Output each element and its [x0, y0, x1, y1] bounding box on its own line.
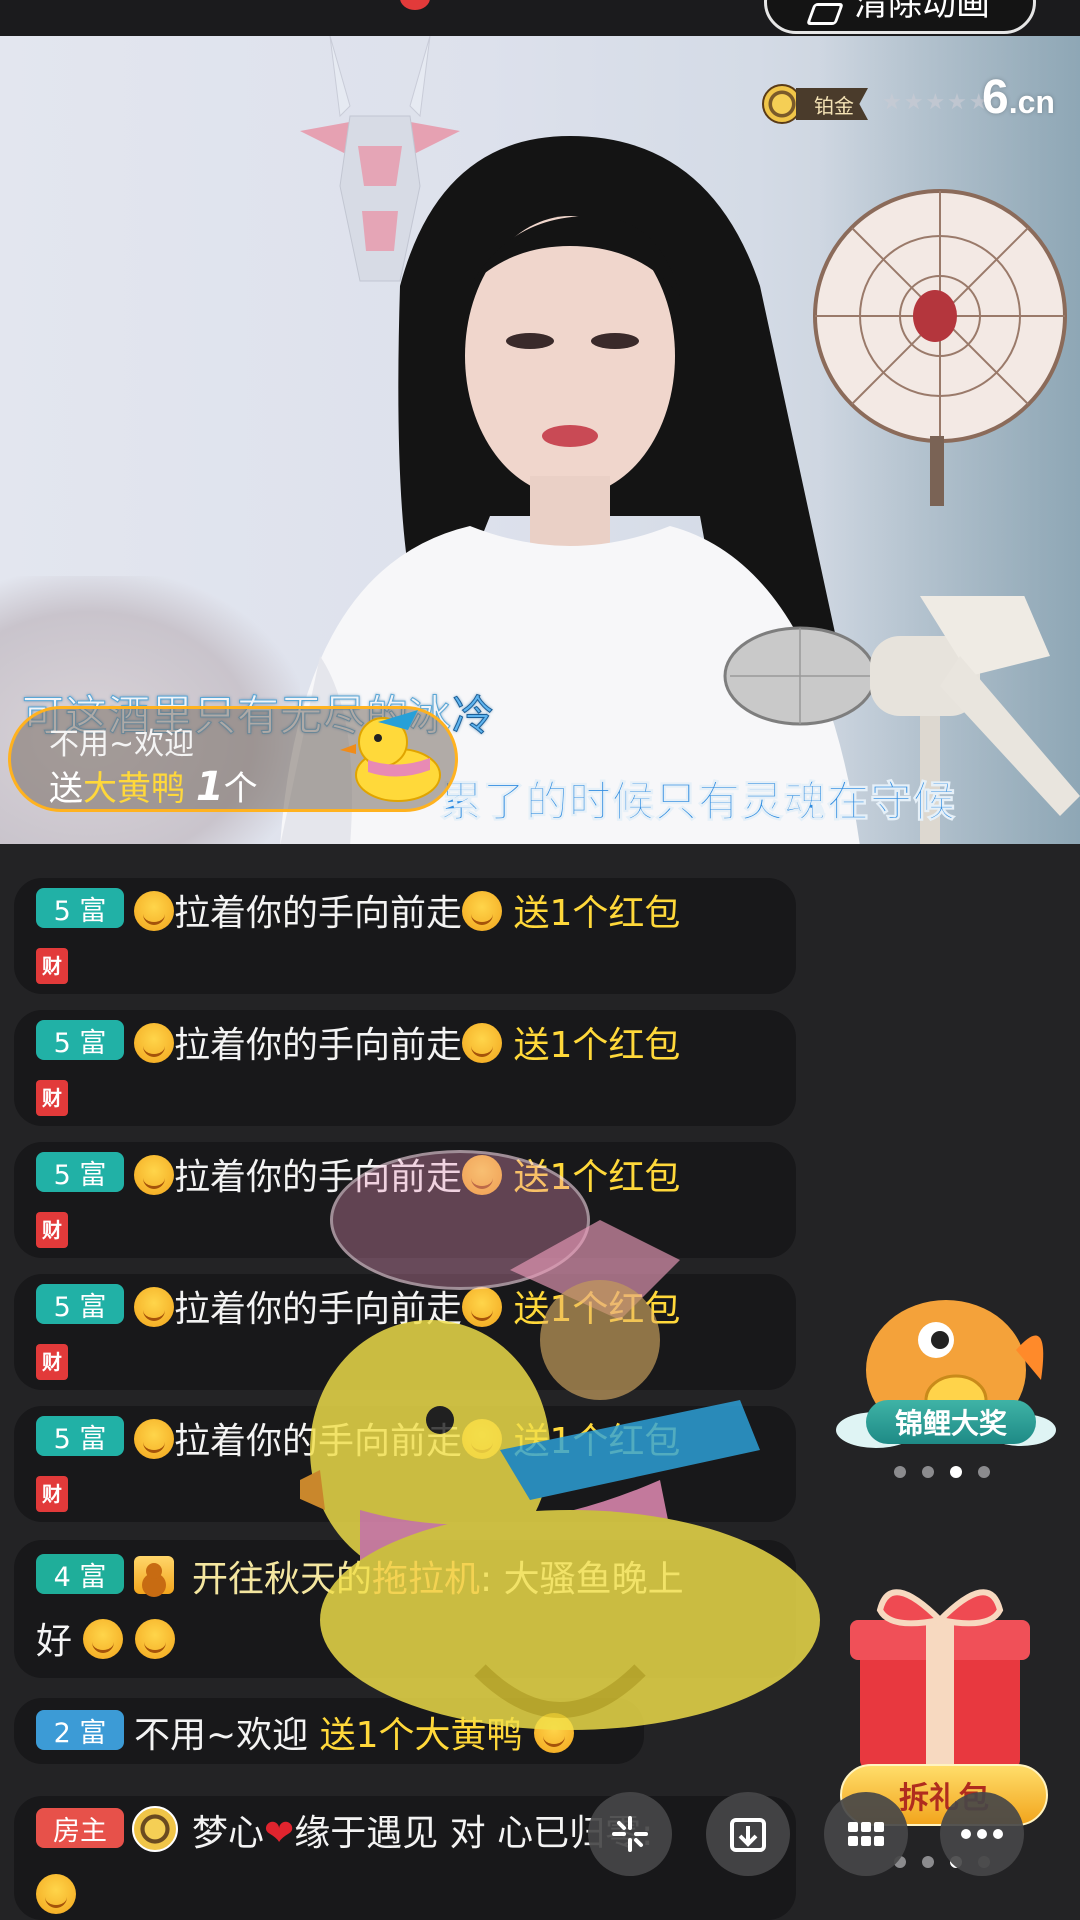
- username[interactable]: 拉着你的手向前走: [174, 1157, 462, 1198]
- gift-box-icon[interactable]: [850, 1580, 1030, 1770]
- rating-stars: ★★★★★: [882, 90, 991, 115]
- message-text: : 大骚鱼晚上: [480, 1559, 684, 1600]
- pray-emoji-icon: [134, 1619, 175, 1659]
- clear-animation-label: 清除动画: [854, 0, 990, 24]
- user-avatar-icon: [134, 1556, 174, 1594]
- clear-animation-button[interactable]: 清除动画: [764, 0, 1036, 34]
- download-icon: [730, 1818, 766, 1852]
- wealth-level-badge: 5 富: [36, 888, 124, 928]
- gift-action: 送1个大黄鸭: [319, 1715, 523, 1756]
- fortune-tag: 财: [36, 1476, 68, 1512]
- username[interactable]: 开往秋天的: [192, 1559, 372, 1600]
- grid-icon: [848, 1822, 884, 1846]
- smile-emoji-icon: [462, 1419, 503, 1459]
- more-icon: [961, 1829, 1003, 1839]
- username[interactable]: 拉着你的手向前走: [174, 1025, 462, 1066]
- smile-emoji-icon: [462, 891, 503, 931]
- wealth-level-badge: 4 富: [36, 1554, 124, 1594]
- pray-emoji-icon: [36, 1874, 76, 1914]
- gift-action: 送1个红包: [513, 893, 681, 934]
- host-badge: 房主: [36, 1808, 124, 1848]
- username[interactable]: 梦心: [192, 1813, 264, 1854]
- smile-emoji-icon: [134, 891, 174, 931]
- smile-emoji-icon: [134, 1419, 174, 1459]
- medal-icon: [132, 1806, 178, 1852]
- smile-emoji-icon: [462, 1155, 503, 1195]
- share-icon: [612, 1816, 648, 1852]
- username[interactable]: 拉着你的手向前走: [174, 1421, 462, 1462]
- yellow-duck-icon: [533, 1713, 574, 1753]
- chat-message: 5 富 拉着你的手向前走 送1个红包 财: [14, 878, 796, 994]
- chat-message: 4 富 开往秋天的拖拉机: 大骚鱼晚上 好: [14, 1540, 796, 1678]
- gift-action: 送1个红包: [513, 1289, 681, 1330]
- smile-emoji-icon: [134, 1023, 174, 1063]
- grid-menu-button[interactable]: [824, 1792, 908, 1876]
- fortune-tag: 财: [36, 1080, 68, 1116]
- wealth-level-badge: 5 富: [36, 1020, 124, 1060]
- lyric-line-2: 累了的时候只有灵魂在守候: [439, 777, 957, 827]
- chat-message: 5 富 拉着你的手向前走 送1个红包 财: [14, 1142, 796, 1258]
- smile-emoji-icon: [134, 1287, 174, 1327]
- fortune-tag: 财: [36, 948, 68, 984]
- more-button[interactable]: [940, 1792, 1024, 1876]
- username[interactable]: 不用~欢迎: [134, 1715, 308, 1756]
- fortune-tag: 财: [36, 1344, 68, 1380]
- smile-emoji-icon: [462, 1287, 503, 1327]
- fortune-tag: 财: [36, 1212, 68, 1248]
- site-logo: 6.cn: [982, 71, 1055, 124]
- gift-action: 送1个红包: [513, 1157, 681, 1198]
- chat-message: 5 富 拉着你的手向前走 送1个红包 财: [14, 1010, 796, 1126]
- username[interactable]: 拉着你的手向前走: [174, 893, 462, 934]
- koi-prize-label[interactable]: 锦鲤大奖: [866, 1400, 1036, 1444]
- wealth-level-badge: 5 富: [36, 1416, 124, 1456]
- carousel-indicator: [894, 1466, 990, 1478]
- pray-emoji-icon: [83, 1619, 124, 1659]
- smile-emoji-icon: [134, 1155, 174, 1195]
- wealth-level-badge: 2 富: [36, 1710, 124, 1750]
- wealth-level-badge: 5 富: [36, 1284, 124, 1324]
- username[interactable]: 拉着你的手向前走: [174, 1289, 462, 1330]
- download-button[interactable]: [706, 1792, 790, 1876]
- platinum-badge: 铂金: [762, 84, 868, 124]
- chat-message: 5 富 拉着你的手向前走 送1个红包 财: [14, 1406, 796, 1522]
- gift-action: 送1个红包: [513, 1025, 681, 1066]
- wealth-level-badge: 5 富: [36, 1152, 124, 1192]
- share-button[interactable]: [588, 1792, 672, 1876]
- chat-message: 2 富 不用~欢迎 送1个大黄鸭: [14, 1698, 644, 1764]
- eraser-icon: [805, 3, 845, 25]
- gift-action: 送1个红包: [513, 1421, 681, 1462]
- chat-list[interactable]: 5 富 拉着你的手向前走 送1个红包 财 5 富 拉着你的手向前走 送1个红包 …: [0, 844, 800, 1920]
- chat-message: 5 富 拉着你的手向前走 送1个红包 财: [14, 1274, 796, 1390]
- smile-emoji-icon: [462, 1023, 503, 1063]
- yellow-duck-icon: [340, 710, 441, 802]
- chat-message: 房主 梦心❤缘于遇见 对 心已归零:: [14, 1796, 796, 1920]
